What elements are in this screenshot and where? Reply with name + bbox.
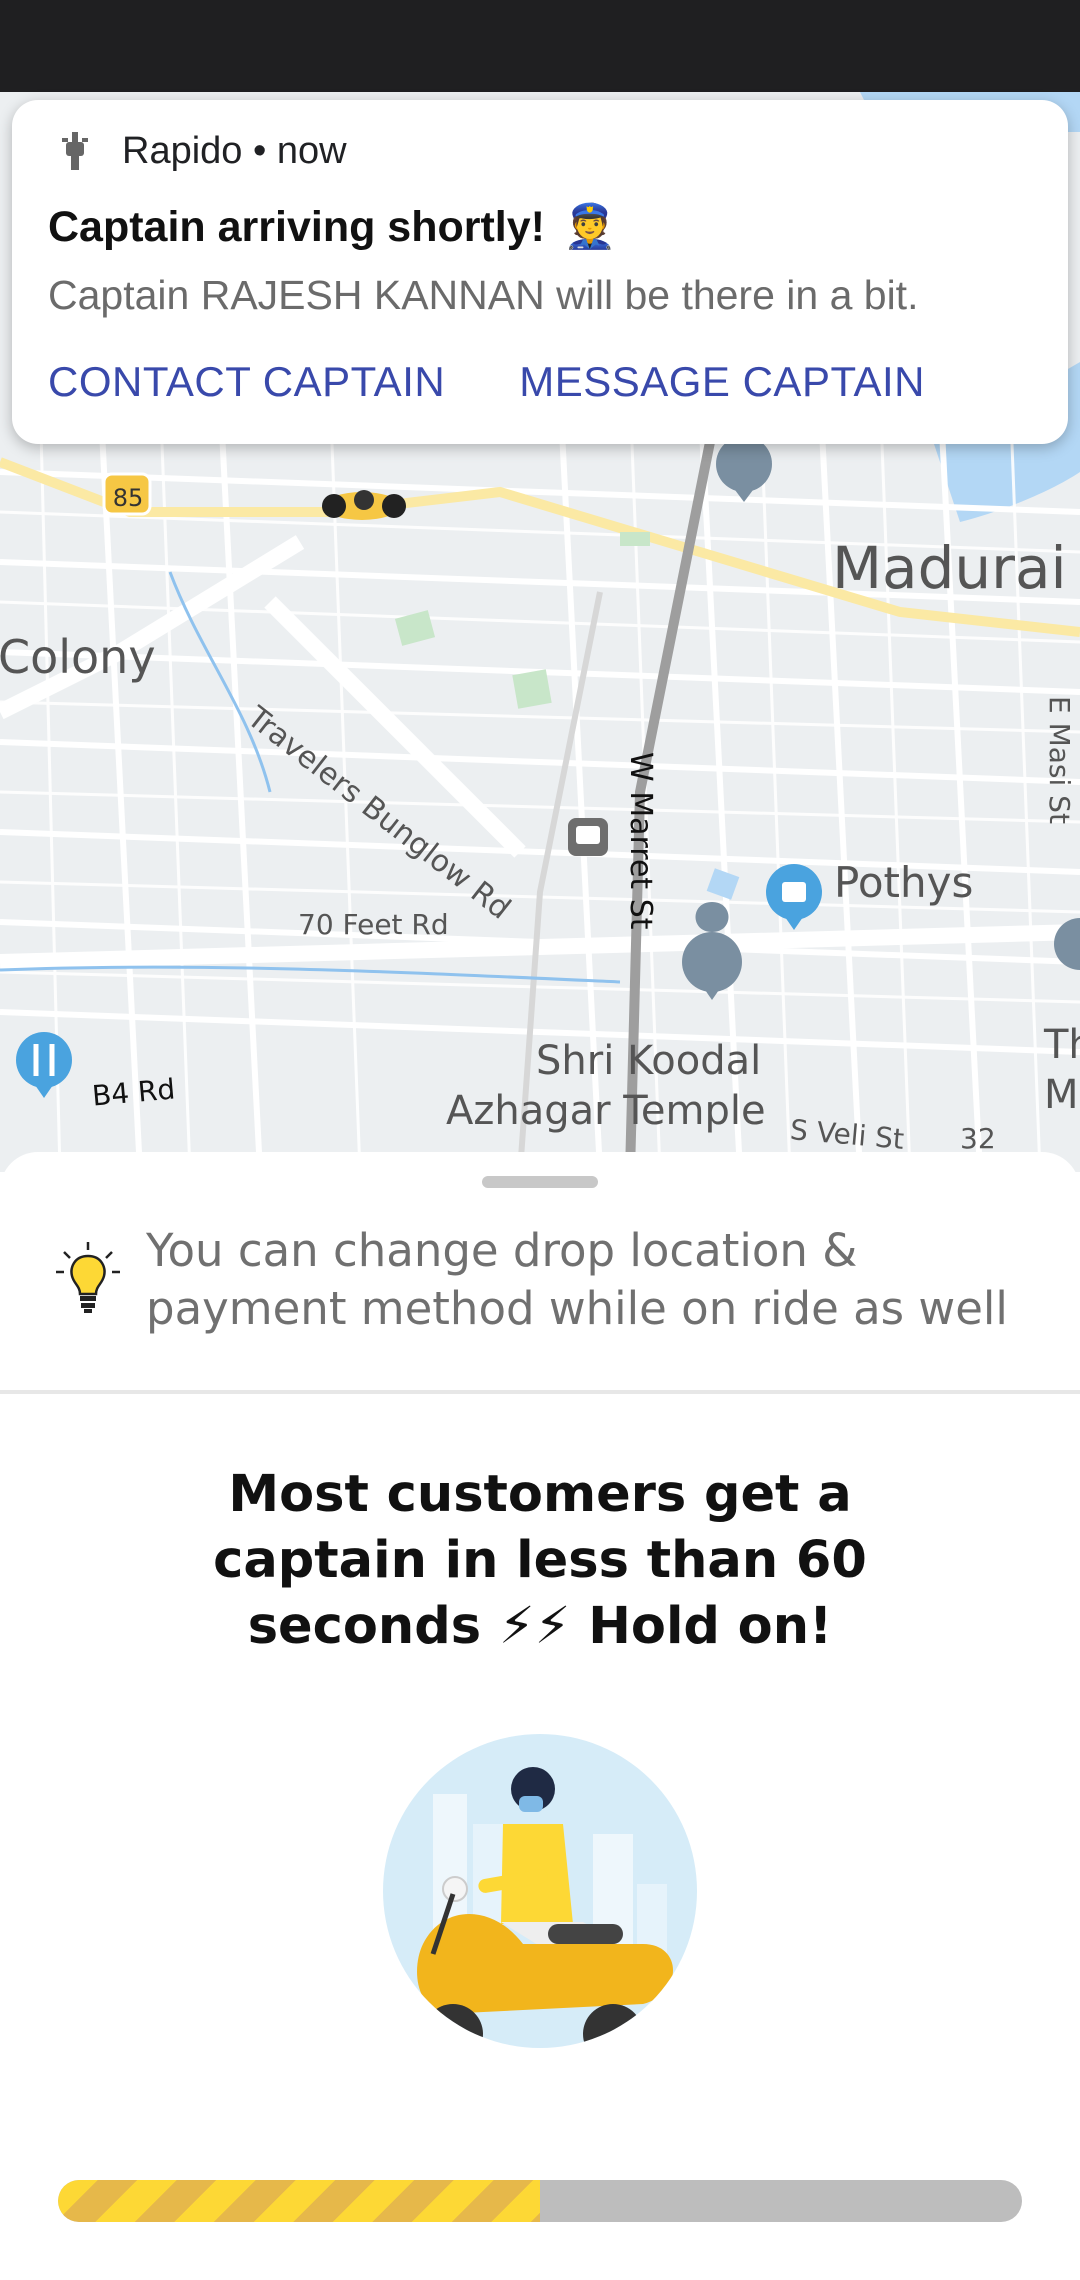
- map-label-marret: W Marret St: [623, 752, 658, 930]
- route-shield-85: 85: [112, 484, 144, 512]
- route-label-32: 32: [960, 1122, 996, 1155]
- rapido-app-icon: [62, 132, 88, 170]
- notification-card[interactable]: Rapido • now Captain arriving shortly! 👮…: [12, 100, 1068, 444]
- wait-headline: Most customers get a captain in less tha…: [213, 1465, 867, 1656]
- contact-captain-button[interactable]: CONTACT CAPTAIN: [48, 358, 445, 406]
- map-label-colony: Colony: [0, 630, 156, 684]
- map-label-temple-line1: Shri Koodal: [536, 1038, 762, 1084]
- bottom-sheet[interactable]: You can change drop location & payment m…: [0, 1152, 1080, 2280]
- progress-fill: [58, 2180, 540, 2222]
- map-label-madurai: Madurai: [832, 534, 1067, 602]
- tip-text: You can change drop location & payment m…: [146, 1224, 1008, 1335]
- message-captain-button[interactable]: MESSAGE CAPTAIN: [519, 358, 925, 406]
- map-label-temple-line2: Azhagar Temple: [446, 1088, 766, 1134]
- captain-scooter-illustration: [383, 1734, 697, 2048]
- notification-actions: CONTACT CAPTAIN MESSAGE CAPTAIN: [48, 358, 999, 406]
- status-bar: [0, 0, 1080, 92]
- map-label-th: Th: [1044, 1022, 1080, 1068]
- notification-body: Captain RAJESH KANNAN will be there in a…: [48, 272, 919, 318]
- tip-row: You can change drop location & payment m…: [0, 1222, 1080, 1335]
- police-officer-emoji: 👮: [562, 203, 617, 251]
- notification-app-name: Rapido • now: [122, 129, 347, 172]
- search-progress-bar: [58, 2180, 1022, 2222]
- divider: [0, 1390, 1080, 1394]
- lightbulb-icon: [56, 1242, 120, 1313]
- notification-title-row: Captain arriving shortly! 👮: [48, 202, 617, 252]
- notification-header: Rapido • now: [52, 122, 347, 180]
- notification-title: Captain arriving shortly!: [48, 202, 545, 251]
- map-label-e-masi-st: E Masi St: [1043, 696, 1076, 824]
- map-label-70-feet-rd: 70 Feet Rd: [298, 908, 449, 941]
- map-label-pothys: Pothys: [834, 858, 974, 907]
- sheet-drag-handle[interactable]: [482, 1176, 598, 1188]
- map-label-m: M: [1044, 1072, 1079, 1118]
